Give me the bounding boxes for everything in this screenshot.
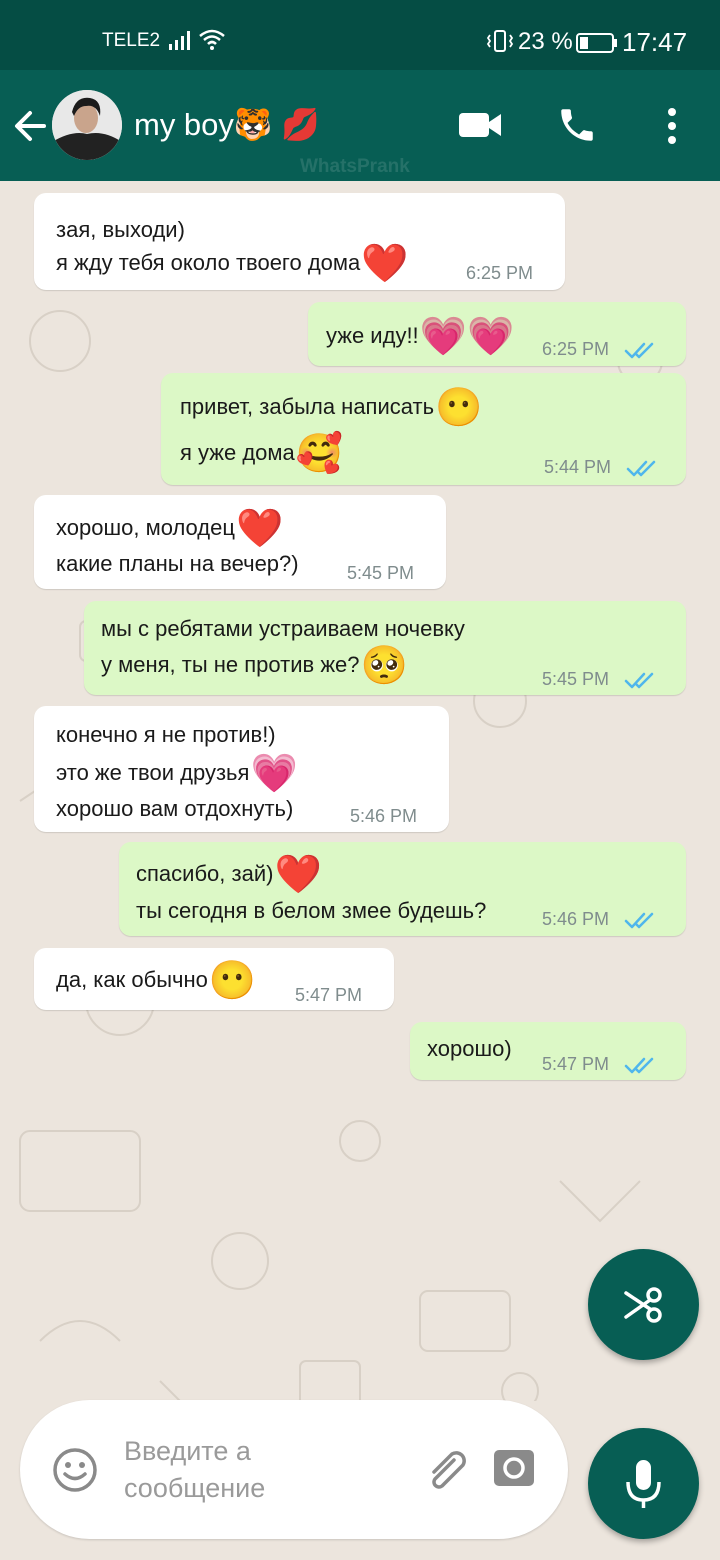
scissors-button[interactable]: [588, 1249, 699, 1360]
vibrate-icon: [486, 30, 514, 52]
message-timestamp: 5:45 PM: [542, 669, 610, 689]
emoji: 💗: [250, 753, 298, 795]
read-double-check-icon: [624, 672, 654, 689]
read-double-check-icon: [626, 460, 656, 477]
message-text: привет, забыла написать😶: [180, 387, 483, 429]
read-double-check-icon: [624, 342, 654, 359]
message-timestamp: 5:44 PM: [544, 457, 612, 477]
emoji: 💗💗: [419, 316, 515, 358]
camera-icon[interactable]: [492, 1446, 536, 1490]
emoji: ❤️: [274, 854, 322, 896]
phone-icon[interactable]: [556, 104, 598, 146]
chat-area[interactable]: зая, выходи) я жду тебя около твоего дома…: [0, 181, 720, 1401]
emoji: ❤️: [361, 243, 409, 285]
message-line: хорошо): [427, 1036, 512, 1061]
message-line: конечно я не против!): [56, 722, 276, 747]
message-timestamp: 6:25 PM: [466, 263, 534, 283]
paperclip-icon[interactable]: [422, 1446, 470, 1494]
message-timestamp: 6:25 PM: [542, 339, 610, 359]
message-text: у меня, ты не против же?🥺: [101, 645, 408, 687]
message-timestamp: 5:46 PM: [350, 806, 418, 826]
message-line: какие планы на вечер?): [56, 551, 299, 576]
message-text: уже иду!!💗💗: [326, 316, 515, 358]
contact-name[interactable]: my boy🐯 💋: [134, 106, 320, 143]
message-timestamp: 5:47 PM: [295, 985, 363, 1005]
message-text: я уже дома🥰: [180, 433, 344, 475]
message-line: зая, выходи): [56, 217, 185, 242]
carrier-name: TELE2: [102, 30, 161, 51]
message-line: у меня, ты не против же?: [101, 652, 360, 677]
message-text: я жду тебя около твоего дома❤️: [56, 243, 409, 285]
message-text: конечно я не против!): [56, 717, 276, 753]
emoji: 😶: [208, 960, 257, 1002]
outgoing-message-bubble[interactable]: мы с ребятами устраиваем ночевку у меня, …: [84, 601, 686, 695]
status-bar: TELE2 23 % 17:47: [0, 0, 720, 70]
message-text: спасибо, зай)❤️: [136, 854, 322, 896]
outgoing-message-bubble[interactable]: привет, забыла написать😶 я уже дома🥰 5:44 …: [161, 373, 686, 485]
message-line: хорошо, молодец: [56, 515, 235, 540]
read-double-check-icon: [624, 1057, 654, 1074]
message-text: это же твои друзья💗: [56, 753, 298, 795]
wifi-icon: [199, 29, 225, 50]
status-time: 17:47: [622, 27, 688, 57]
signal-icon: [169, 31, 190, 50]
microphone-icon: [626, 1460, 661, 1508]
chat-header: my boy🐯 💋 WhatsPrank: [0, 70, 720, 181]
emoji: ❤️: [235, 508, 284, 550]
message-timestamp: 5:47 PM: [542, 1054, 610, 1074]
incoming-message-bubble[interactable]: конечно я не против!) это же твои друзья💗…: [34, 706, 449, 832]
message-text: мы с ребятами устраиваем ночевку: [101, 611, 465, 647]
emoji: 🥰: [295, 433, 344, 475]
message-line: я уже дома: [180, 440, 295, 465]
outgoing-message-bubble[interactable]: спасибо, зай)❤️ ты сегодня в белом змее б…: [119, 842, 686, 936]
outgoing-message-bubble[interactable]: уже иду!!💗💗 6:25 PM: [308, 302, 686, 366]
message-input-bar[interactable]: Введите а сообщение: [20, 1400, 568, 1539]
message-text: хорошо, молодец❤️: [56, 508, 284, 550]
message-timestamp: 5:45 PM: [347, 563, 415, 583]
incoming-message-bubble[interactable]: зая, выходи) я жду тебя около твоего дома…: [34, 193, 565, 290]
message-line: ты сегодня в белом змее будешь?: [136, 898, 487, 923]
message-text: хорошо): [427, 1031, 512, 1067]
microphone-button[interactable]: [588, 1428, 699, 1539]
video-camera-icon[interactable]: [458, 110, 502, 140]
outgoing-message-bubble[interactable]: хорошо) 5:47 PM: [410, 1022, 686, 1080]
scissors-icon: [624, 1287, 662, 1323]
message-line: хорошо вам отдохнуть): [56, 796, 294, 821]
emoji: 😶: [435, 387, 483, 429]
message-line: это же твои друзья: [56, 760, 250, 785]
contact-avatar[interactable]: [52, 90, 122, 160]
message-line: спасибо, зай): [136, 861, 274, 886]
more-options-icon[interactable]: [660, 106, 684, 146]
smiley-icon[interactable]: [52, 1447, 98, 1493]
emoji: 🥺: [360, 645, 408, 687]
message-text: ты сегодня в белом змее будешь?: [136, 893, 486, 929]
message-text: да, как обычно😶: [56, 960, 257, 1002]
message-text: зая, выходи): [56, 212, 185, 248]
message-line: уже иду!!: [326, 323, 419, 348]
read-double-check-icon: [624, 912, 654, 929]
message-line: мы с ребятами устраиваем ночевку: [101, 616, 465, 641]
message-line: да, как обычно: [56, 967, 208, 992]
message-input-placeholder[interactable]: Введите а сообщение: [124, 1433, 304, 1507]
incoming-message-bubble[interactable]: да, как обычно😶 5:47 PM: [34, 948, 394, 1010]
incoming-message-bubble[interactable]: хорошо, молодец❤️ какие планы на вечер?) 5…: [34, 495, 446, 589]
watermark: WhatsPrank: [300, 156, 410, 177]
message-timestamp: 5:46 PM: [542, 909, 610, 929]
message-text: какие планы на вечер?): [56, 546, 299, 582]
battery-icon: [576, 33, 617, 53]
battery-percentage: 23 %: [518, 28, 573, 55]
back-arrow-icon[interactable]: [10, 106, 50, 146]
message-text: хорошо вам отдохнуть): [56, 791, 293, 827]
message-line: я жду тебя около твоего дома: [56, 250, 361, 275]
message-line: привет, забыла написать: [180, 394, 435, 419]
